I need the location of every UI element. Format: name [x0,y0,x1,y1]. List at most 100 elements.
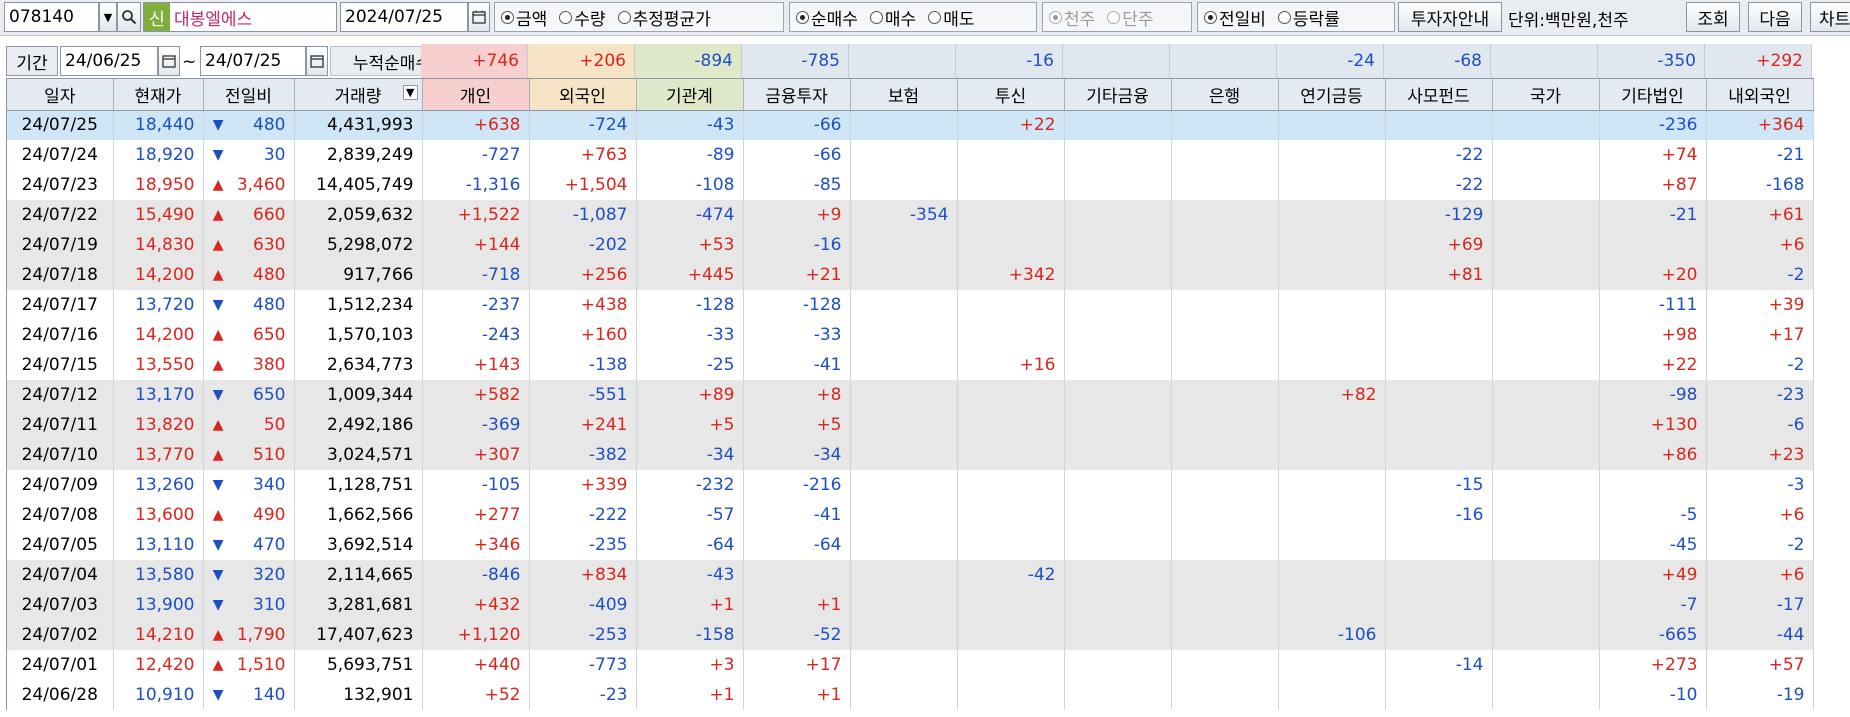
investor-value-cell-기관계: -158 [636,620,744,650]
table-row[interactable]: 24/07/15 13,550 ▲ 380 2,634,773 +143 -138 -25 -4… [7,350,1814,380]
radio-group1-option-2[interactable]: 추정평균가 [617,5,711,30]
investor-value-cell-보험 [850,260,958,290]
table-row[interactable]: 24/07/01 12,420 ▲ 1,510 5,693,751 +440 -773 +3 +… [7,650,1814,680]
investor-value-cell-개인: +638 [422,110,530,140]
column-header-5[interactable]: 외국인 [529,79,637,111]
radio-group3-option-1[interactable]: 단주 [1107,5,1154,30]
radio-group2-option-2[interactable]: 매도 [928,5,974,30]
investor-trading-table[interactable]: 일자 현재가 전일비 거래량 ▼ 개인 외국인 기관계 금융투자 보험 투신 기타금융 은행 연기금등 사모… [6,78,1814,710]
table-row[interactable]: 24/07/05 13,110 ▼ 470 3,692,514 +346 -235 -64 -6… [7,530,1814,560]
table-row[interactable]: 24/07/09 13,260 ▼ 340 1,128,751 -105 +339 -232-… [7,470,1814,500]
table-row[interactable]: 24/07/23 18,950 ▲ 3,460 14,405,749 -1,316 +1,5… [7,170,1814,200]
investor-value-cell-내외국인: -2 [1706,530,1814,560]
period-label: 기간 [6,46,58,76]
column-header-13[interactable]: 사모펀드 [1385,79,1493,111]
radio-group3-option-0[interactable]: 천주 [1049,5,1095,30]
investor-value-cell-연기금등 [1278,440,1386,470]
period-tilde: ~ [182,52,197,72]
radio-group4-option-0[interactable]: 전일비 [1204,5,1266,30]
date-picker-button[interactable] [468,2,490,32]
column-header-12[interactable]: 연기금등 [1278,79,1386,111]
code-dropdown-button[interactable]: ▼ [99,2,117,32]
investor-value-cell-사모펀드: -15 [1385,470,1493,500]
column-header-3[interactable]: 거래량 ▼ [294,79,423,111]
table-row[interactable]: 24/07/18 14,200 ▲ 480 917,766 -718 +256 +445 +21… [7,260,1814,290]
volume-cell: 2,492,186 [294,410,423,440]
period-from-input[interactable]: 24/06/25 [60,46,158,76]
column-header-14[interactable]: 국가 [1492,79,1600,111]
radio-group4-option-1[interactable]: 등락률 [1277,5,1340,30]
column-header-10[interactable]: 기타금융 [1064,79,1172,111]
new-badge: 신 [144,3,170,31]
radio-group2-option-0[interactable]: 순매수 [796,5,858,30]
column-header-9[interactable]: 투신 [957,79,1065,111]
investor-value-cell-기관계: -43 [636,110,744,140]
table-row[interactable]: 24/07/24 18,920 ▼ 30 2,839,249 -727 +763 -89 -66… [7,140,1814,170]
radio-group2-option-1[interactable]: 매수 [869,5,916,30]
table-row[interactable]: 24/07/25 18,440 ▼ 480 4,431,993 +638 -724 -43 -6… [7,110,1814,140]
investor-value-cell-내외국인: -17 [1706,590,1814,620]
investor-value-cell-투신 [957,140,1065,170]
column-header-15[interactable]: 기타법인 [1599,79,1707,111]
radio-label: 추정평균가 [632,9,711,30]
from-date-picker-button[interactable] [158,46,180,76]
table-row[interactable]: 24/07/16 14,200 ▲ 650 1,570,103 -243 +160 -33 -3… [7,320,1814,350]
next-button[interactable]: 다음 [1748,2,1802,32]
investor-value-cell-국가 [1492,140,1600,170]
column-header-8[interactable]: 보험 [850,79,958,111]
table-row[interactable]: 24/07/03 13,900 ▼ 310 3,281,681 +432 -409 +1 +1-… [7,590,1814,620]
investor-value-cell-기타법인: +98 [1599,320,1707,350]
period-to-input[interactable]: 24/07/25 [200,46,306,76]
price-cell: 13,600 [113,500,204,530]
to-date-picker-button[interactable] [306,46,328,76]
investor-guide-button[interactable]: 투자자안내 [1398,2,1502,32]
table-row[interactable]: 24/07/10 13,770 ▲ 510 3,024,571 +307 -382 -34 -3… [7,440,1814,470]
investor-value-cell-기타금융 [1064,680,1172,710]
volume-cell: 2,839,249 [294,140,423,170]
investor-value-cell-기타금융 [1064,140,1172,170]
radio-group1-option-0[interactable]: 금액 [501,5,547,30]
table-row[interactable]: 24/07/12 13,170 ▼ 650 1,009,344 +582 -551 +89 +8… [7,380,1814,410]
triangle-down-icon: ▼ [212,537,224,553]
column-header-2[interactable]: 전일비 [203,79,295,111]
search-button[interactable]: 조회 [1686,2,1740,32]
table-row[interactable]: 24/07/02 14,210 ▲ 1,790 17,407,623 +1,120 -253… [7,620,1814,650]
column-header-1[interactable]: 현재가 [113,79,204,111]
column-header-11[interactable]: 은행 [1171,79,1279,111]
column-header-4[interactable]: 개인 [422,79,530,111]
investor-value-cell-은행 [1171,650,1279,680]
column-header-16[interactable]: 내외국인 [1706,79,1814,111]
investor-value-cell-연기금등: +82 [1278,380,1386,410]
stock-code-input[interactable]: 078140 [4,2,99,32]
column-header-7[interactable]: 금융투자 [743,79,851,111]
radio-icon [559,10,573,24]
chevron-down-icon[interactable]: ▼ [403,85,418,100]
search-code-button[interactable] [117,2,141,32]
date-cell: 24/07/25 [7,110,114,140]
price-cell: 10,910 [113,680,204,710]
table-row[interactable]: 24/06/28 10,910 ▼ 140 132,901 +52 -23 +1 +1 -10 -1… [7,680,1814,710]
investor-value-cell-외국인: +438 [529,290,637,320]
column-header-6[interactable]: 기관계 [636,79,744,111]
investor-value-cell-개인: -727 [422,140,530,170]
table-row[interactable]: 24/07/11 13,820 ▲ 50 2,492,186 -369 +241 +5 +5 +1… [7,410,1814,440]
cumulative-value-0: +746 [421,44,528,78]
table-row[interactable]: 24/07/08 13,600 ▲ 490 1,662,566 +277 -222 -57 -4… [7,500,1814,530]
investor-value-cell-국가 [1492,350,1600,380]
investor-value-cell-개인: +1,120 [422,620,530,650]
column-header-0[interactable]: 일자 [7,79,114,111]
change-cell: ▲ 1,790 [203,620,295,650]
table-row[interactable]: 24/07/04 13,580 ▼ 320 2,114,665 -846 +834 -43 -4… [7,560,1814,590]
table-row[interactable]: 24/07/19 14,830 ▲ 630 5,298,072 +144 -202 +53 -1… [7,230,1814,260]
date-input[interactable]: 2024/07/25 [340,2,468,32]
radio-icon [869,10,883,24]
investor-value-cell-내외국인: -3 [1706,470,1814,500]
table-row[interactable]: 24/07/17 13,720 ▼ 480 1,512,234 -237 +438 -128-… [7,290,1814,320]
change-value: 50 [263,415,286,435]
date-cell: 24/07/10 [7,440,114,470]
radio-group1-option-1[interactable]: 수량 [559,5,606,30]
investor-value-cell-금융투자: -52 [743,620,851,650]
chart-button[interactable]: 차트 [1810,2,1850,32]
table-row[interactable]: 24/07/22 15,490 ▲ 660 2,059,632 +1,522 -1,087-… [7,200,1814,230]
unit-label: 단위:백만원,천주 [1508,10,1629,31]
